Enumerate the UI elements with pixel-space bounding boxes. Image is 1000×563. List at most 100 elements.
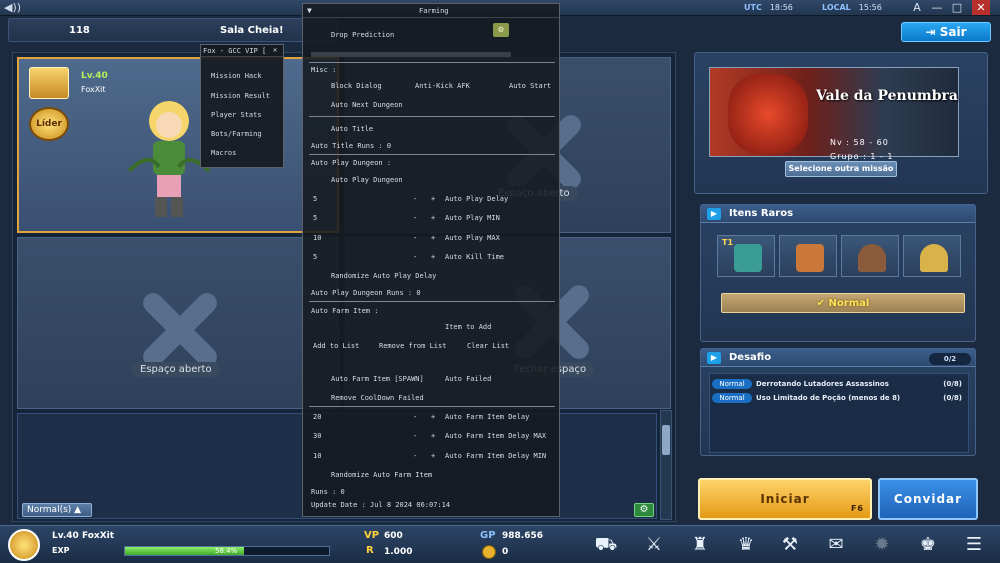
gift-icon[interactable]: ♛ [732, 532, 760, 558]
auto-farm-spawn-toggle[interactable]: Auto Farm Item [SPAWN] [331, 375, 424, 383]
increment-button[interactable]: + [431, 195, 435, 203]
rare-item-3[interactable] [841, 235, 899, 277]
shop-icon[interactable]: ⛟ [592, 532, 620, 558]
increment-button[interactable]: + [431, 214, 435, 222]
menu-item-mission-result[interactable]: Mission Result [211, 92, 270, 100]
book-icon[interactable]: ✉ [822, 532, 850, 558]
remove-from-list-button[interactable]: Remove from List [379, 342, 446, 350]
player-slot-1[interactable]: Lv.40 FoxXit Líder [17, 57, 339, 233]
exit-icon: ⇥ [925, 25, 940, 39]
randomize-farm-toggle[interactable]: Randomize Auto Farm Item [331, 471, 432, 479]
dragon-image [728, 74, 808, 154]
prediction-bar [311, 52, 511, 57]
select-other-mission-button[interactable]: Selecione outra missão [785, 161, 897, 177]
farm-max-input[interactable]: 30 [313, 432, 321, 440]
inventory-icon[interactable]: ♜ [686, 532, 714, 558]
increment-button[interactable]: + [431, 253, 435, 261]
menu-item-macros[interactable]: Macros [211, 149, 236, 157]
start-button[interactable]: Iniciar F6 [698, 478, 872, 520]
farming-title: Farming [419, 7, 449, 15]
play-min-input[interactable]: 5 [313, 214, 317, 222]
kill-time-input[interactable]: 5 [313, 253, 317, 261]
close-window-button[interactable]: ✕ [972, 0, 990, 15]
farm-min-label: Auto Farm Item Delay MIN [445, 452, 547, 460]
decrement-button[interactable]: - [413, 234, 417, 242]
speaker-icon[interactable]: ◀)) [4, 1, 22, 15]
collapse-arrow-icon[interactable]: ▼ [307, 6, 312, 15]
menu-item-mission-hack[interactable]: Mission Hack [211, 72, 262, 80]
chat-scrollbar[interactable] [660, 410, 672, 520]
mode-dropdown[interactable]: Normal(s) ▲ [22, 503, 92, 517]
play-delay-input[interactable]: 5 [313, 195, 317, 203]
auto-next-dungeon-toggle[interactable]: Auto Next Dungeon [331, 101, 403, 109]
clear-list-button[interactable]: Clear List [467, 342, 509, 350]
player-slot-3[interactable]: Espaço aberto [17, 237, 339, 409]
play-icon: ▶ [707, 208, 721, 220]
misc-header: Misc : [311, 66, 337, 74]
increment-button[interactable]: + [431, 234, 435, 242]
decrement-button[interactable]: - [413, 452, 417, 460]
auto-play-toggle[interactable]: Auto Play Dungeon [331, 176, 403, 184]
gear-icon[interactable]: ⚙ [493, 23, 509, 37]
close-icon[interactable]: ✕ [273, 46, 277, 54]
challenge-header: ▶ Desafio 0/2 [701, 349, 975, 367]
menu-icon[interactable]: ☰ [960, 532, 988, 558]
auto-failed-toggle[interactable]: Auto Failed [445, 375, 491, 383]
randomize-play-toggle[interactable]: Randomize Auto Play Delay [331, 272, 436, 280]
anvil-icon[interactable]: ⚒ [776, 532, 804, 558]
block-dialog-toggle[interactable]: Block Dialog [331, 82, 382, 90]
increment-button[interactable]: + [431, 432, 435, 440]
start-label: Iniciar [760, 492, 810, 506]
decrement-button[interactable]: - [413, 214, 417, 222]
mission-panel: Vale da Penumbra Nv : 58 - 60 Grupo : 1 … [694, 52, 988, 194]
decrement-button[interactable]: - [413, 253, 417, 261]
play-max-input[interactable]: 10 [313, 234, 321, 242]
avatar [29, 67, 69, 99]
kill-time-label: Auto Kill Time [445, 253, 505, 261]
auto-start-toggle[interactable]: Auto Start [509, 82, 551, 90]
minimize-button[interactable]: — [928, 0, 946, 15]
coin-icon [482, 545, 496, 559]
avatar[interactable] [8, 529, 40, 561]
fox-menu-header[interactable]: Fox - GCC VIP [ ✕ [201, 45, 283, 57]
remove-cooldown-toggle[interactable]: Remove CoolDown Failed [331, 394, 424, 402]
difficulty-bar[interactable]: ✔ Normal [721, 293, 965, 313]
farm-delay-input[interactable]: 20 [313, 413, 321, 421]
rare-item-4[interactable] [903, 235, 961, 277]
gear-icon[interactable]: ⚙ [634, 503, 654, 517]
utc-time: 18:56 [769, 3, 793, 12]
exit-room-button[interactable]: ⇥ Sair [901, 22, 991, 42]
menu-item-bots-farming[interactable]: Bots/Farming [211, 130, 262, 138]
auto-title-toggle[interactable]: Auto Title [331, 125, 373, 133]
swords-icon[interactable]: ⚔ [640, 532, 668, 558]
decrement-button[interactable]: - [413, 195, 417, 203]
add-to-list-button[interactable]: Add to List [313, 342, 359, 350]
drop-prediction-toggle[interactable]: Drop Prediction [331, 31, 394, 39]
challenge-count: 0/2 [929, 353, 971, 365]
farming-title-bar[interactable]: ▼ Farming [303, 4, 559, 18]
item-to-add-input[interactable]: Item to Add [445, 323, 491, 331]
vp-value: 600 [384, 531, 403, 541]
rare-item-1[interactable]: T1 [717, 235, 775, 277]
increment-button[interactable]: + [431, 413, 435, 421]
menu-item-player-stats[interactable]: Player Stats [211, 111, 262, 119]
local-clock: LOCAL 15:56 [822, 1, 882, 15]
anti-kick-toggle[interactable]: Anti-Kick AFK [415, 82, 470, 90]
increment-button[interactable]: + [431, 452, 435, 460]
pet-icon[interactable]: ✹ [868, 532, 896, 558]
farm-min-input[interactable]: 10 [313, 452, 321, 460]
reward-icon[interactable]: ♚ [914, 532, 942, 558]
chevron-up-icon: ▲ [74, 505, 82, 515]
maximize-button[interactable]: □ [948, 0, 966, 15]
decrement-button[interactable]: - [413, 413, 417, 421]
player-level: Lv.40 [81, 71, 108, 81]
bottom-bar: Lv.40 FoxXit EXP 58.4% VP 600 R 1.000 GP… [0, 525, 1000, 563]
font-button[interactable]: A [908, 0, 926, 15]
leader-badge: Líder [29, 107, 69, 141]
rare-item-2[interactable] [779, 235, 837, 277]
room-name[interactable]: Sala Cheia! [220, 25, 284, 36]
invite-button[interactable]: Convidar [878, 478, 978, 520]
room-info-bar: 118 Sala Cheia! [8, 18, 338, 42]
scroll-thumb[interactable] [662, 425, 670, 455]
decrement-button[interactable]: - [413, 432, 417, 440]
